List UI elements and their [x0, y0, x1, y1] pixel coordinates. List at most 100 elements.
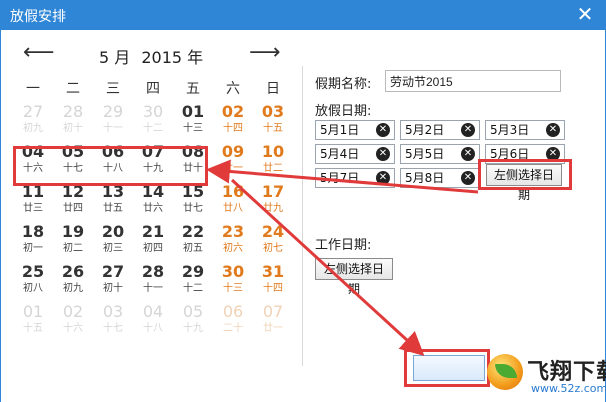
- lunar-date: 初四: [143, 243, 163, 254]
- close-icon[interactable]: ✕: [574, 2, 596, 26]
- lunar-date: 廿六: [143, 203, 163, 214]
- weekday-label: 六: [226, 81, 240, 97]
- year-label: 2015 年: [141, 48, 204, 67]
- remove-date-icon[interactable]: ✕: [376, 147, 390, 161]
- remove-date-icon[interactable]: ✕: [376, 123, 390, 137]
- day-number: 20: [101, 222, 125, 241]
- weekday-header: 一二三四五六日: [13, 78, 293, 98]
- day-number: 05: [61, 142, 85, 161]
- calendar-day[interactable]: 26 初九: [53, 262, 93, 302]
- calendar-day[interactable]: 11 廿三: [13, 182, 53, 222]
- lunar-date: 十七: [103, 323, 123, 334]
- holiday-name-input[interactable]: [385, 70, 561, 92]
- month-label: 5 月: [99, 48, 131, 67]
- day-number: 24: [261, 222, 285, 241]
- pick-work-dates-button[interactable]: 左侧选择日期: [315, 258, 393, 296]
- calendar-day[interactable]: 27 初九: [13, 102, 53, 142]
- watermark: 飞翔下载 www.52z.com: [487, 352, 606, 402]
- calendar-day[interactable]: 24 初七: [253, 222, 293, 262]
- lunar-date: 十九: [183, 323, 203, 334]
- calendar-day[interactable]: 18 初一: [13, 222, 53, 262]
- calendar-day[interactable]: 05 十九: [173, 302, 213, 342]
- calendar-day[interactable]: 06 二十: [213, 302, 253, 342]
- calendar-day[interactable]: 07 廿一: [253, 302, 293, 342]
- day-number: 22: [181, 222, 205, 241]
- calendar-day[interactable]: 30 十三: [213, 262, 253, 302]
- prev-month-arrow-icon[interactable]: ⟵: [23, 40, 55, 66]
- lunar-date: 十八: [103, 163, 123, 174]
- lunar-date: 十九: [143, 163, 163, 174]
- calendar-day[interactable]: 17 廿九: [253, 182, 293, 222]
- calendar-day[interactable]: 14 廿六: [133, 182, 173, 222]
- holiday-date-text: 5月4日: [320, 147, 360, 161]
- day-number: 01: [22, 302, 44, 321]
- remove-date-icon[interactable]: ✕: [461, 147, 475, 161]
- calendar-day[interactable]: 06 十八: [93, 142, 133, 182]
- remove-date-icon[interactable]: ✕: [461, 171, 475, 185]
- remove-date-icon[interactable]: ✕: [546, 123, 560, 137]
- title-bar: 放假安排 ✕: [0, 0, 606, 30]
- lunar-date: 初三: [103, 243, 123, 254]
- calendar-day[interactable]: 15 廿七: [173, 182, 213, 222]
- calendar-day[interactable]: 02 十四: [213, 102, 253, 142]
- calendar-day[interactable]: 25 初八: [13, 262, 53, 302]
- calendar-day[interactable]: 09 廿一: [213, 142, 253, 182]
- day-number: 31: [261, 262, 285, 281]
- calendar-day[interactable]: 13 廿五: [93, 182, 133, 222]
- calendar-day[interactable]: 04 十六: [13, 142, 53, 182]
- weekday-label: 日: [266, 81, 280, 97]
- calendar-day[interactable]: 28 初十: [53, 102, 93, 142]
- holiday-date-chip: 5月8日 ✕: [400, 168, 480, 188]
- calendar-day[interactable]: 01 十五: [13, 302, 53, 342]
- weekday-label: 三: [106, 81, 120, 97]
- day-number: 09: [221, 142, 245, 161]
- calendar-day[interactable]: 08 廿十: [173, 142, 213, 182]
- calendar-day[interactable]: 05 十七: [53, 142, 93, 182]
- calendar-day[interactable]: 31 十四: [253, 262, 293, 302]
- holiday-date-text: 5月2日: [405, 123, 445, 137]
- lunar-date: 初六: [223, 243, 243, 254]
- calendar-day[interactable]: 22 初五: [173, 222, 213, 262]
- calendar-day[interactable]: 27 初十: [93, 262, 133, 302]
- weekday-label: 二: [66, 81, 80, 97]
- holiday-date-text: 5月1日: [320, 123, 360, 137]
- calendar-day[interactable]: 16 廿八: [213, 182, 253, 222]
- remove-date-icon[interactable]: ✕: [376, 171, 390, 185]
- holiday-dialog: ⟵ 5 月 2015 年 ⟶ 一 二 三 四 五 六 日 27 初九 28 初十 29 十一 30 十二 0…: [0, 30, 606, 402]
- lunar-date: 初七: [263, 243, 283, 254]
- day-number: 17: [261, 182, 285, 201]
- calendar-day[interactable]: 01 十三: [173, 102, 213, 142]
- lunar-date: 廿四: [63, 203, 83, 214]
- holiday-date-text: 5月3日: [490, 123, 530, 137]
- calendar-day[interactable]: 03 十五: [253, 102, 293, 142]
- calendar-day[interactable]: 29 十一: [93, 102, 133, 142]
- calendar-day[interactable]: 12 廿四: [53, 182, 93, 222]
- calendar-day[interactable]: 10 廿二: [253, 142, 293, 182]
- calendar-day[interactable]: 02 十六: [53, 302, 93, 342]
- calendar-day[interactable]: 30 十二: [133, 102, 173, 142]
- calendar-day[interactable]: 21 初四: [133, 222, 173, 262]
- lunar-date: 初二: [63, 243, 83, 254]
- calendar-day[interactable]: 23 初六: [213, 222, 253, 262]
- day-number: 13: [101, 182, 125, 201]
- remove-date-icon[interactable]: ✕: [546, 147, 560, 161]
- calendar-day[interactable]: 04 十八: [133, 302, 173, 342]
- holiday-date-text: 5月6日: [490, 147, 530, 161]
- next-month-arrow-icon[interactable]: ⟶: [249, 40, 281, 66]
- day-number: 04: [21, 142, 45, 161]
- calendar-day[interactable]: 20 初三: [93, 222, 133, 262]
- calendar-day[interactable]: 19 初二: [53, 222, 93, 262]
- lunar-date: 初一: [23, 243, 43, 254]
- calendar-day[interactable]: 28 十一: [133, 262, 173, 302]
- lunar-date: 廿八: [223, 203, 243, 214]
- weekday-label: 四: [146, 81, 160, 97]
- calendar-day[interactable]: 29 十二: [173, 262, 213, 302]
- calendar-day[interactable]: 03 十七: [93, 302, 133, 342]
- confirm-button[interactable]: [413, 355, 485, 381]
- calendar-day[interactable]: 07 十九: [133, 142, 173, 182]
- remove-date-icon[interactable]: ✕: [461, 123, 475, 137]
- holiday-date-chip: 5月3日 ✕: [485, 120, 565, 140]
- pick-holiday-dates-button[interactable]: 左侧选择日期: [486, 164, 562, 202]
- month-year-label: 5 月 2015 年: [99, 44, 209, 68]
- lunar-date: 廿三: [23, 203, 43, 214]
